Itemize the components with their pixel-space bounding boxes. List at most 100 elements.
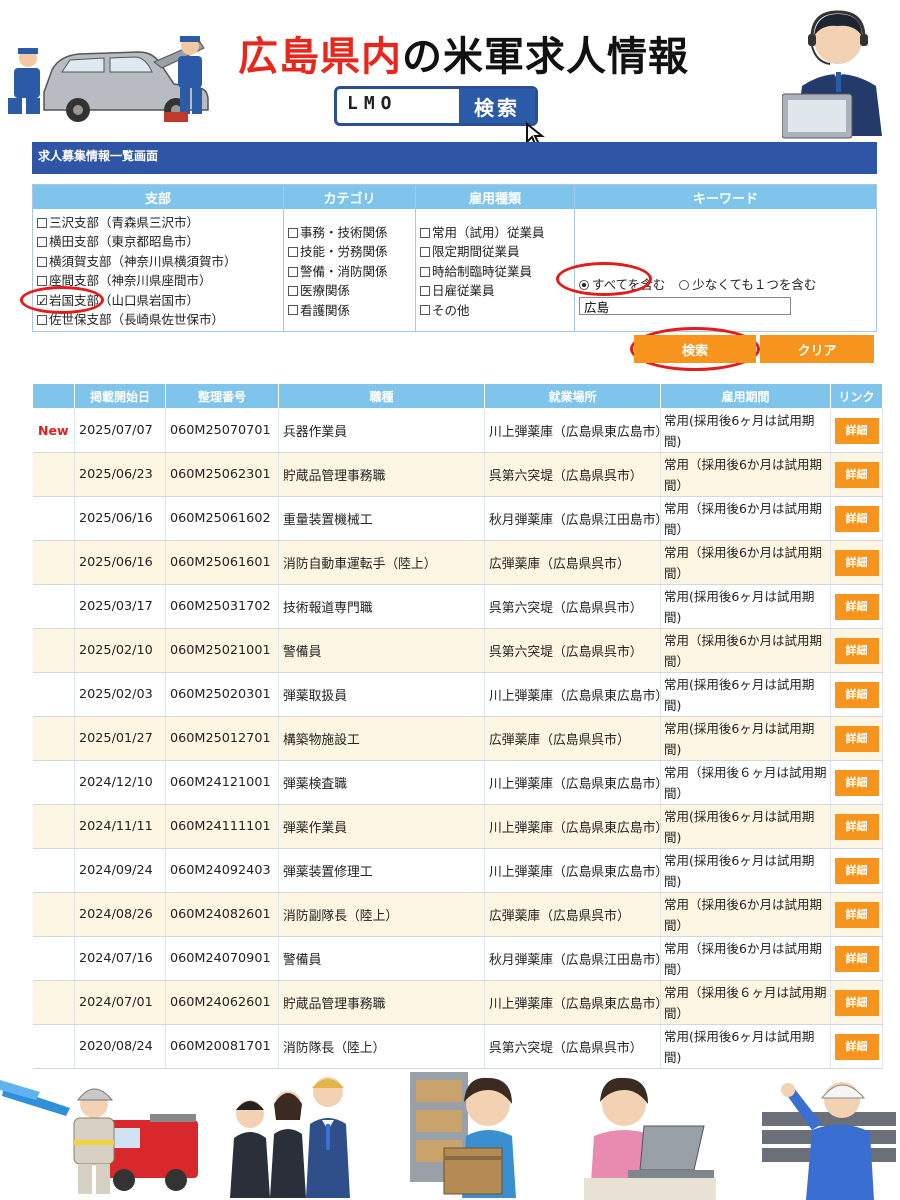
period-cell: 常用（採用後6か月は試用期間） xyxy=(660,540,831,585)
table-row: 2024/09/24 060M24092403 弾薬装置修理工 川上弾薬庫（広島県東広… xyxy=(32,848,883,893)
table-row: 2025/03/17 060M25031702 技術報道専門職 呉第六突堤（広島県呉市… xyxy=(32,584,883,629)
workplace-cell: 川上弾薬庫（広島県東広島市） xyxy=(484,672,661,717)
checkbox[interactable] xyxy=(288,305,298,316)
start-date-cell: 2024/09/24 xyxy=(74,848,166,893)
detail-button[interactable]: 詳細 xyxy=(834,505,879,532)
link-cell: 詳細 xyxy=(830,892,883,937)
detail-button[interactable]: 詳細 xyxy=(834,945,879,972)
employment-option[interactable]: 限定期間従業員 xyxy=(420,242,570,261)
job-type-cell: 弾薬作業員 xyxy=(278,804,485,849)
detail-button[interactable]: 詳細 xyxy=(834,461,879,488)
highlight-keyword-oval xyxy=(556,262,652,296)
page-title: 広島県内の米軍求人情報 xyxy=(238,24,689,82)
new-badge xyxy=(32,760,75,805)
detail-button[interactable]: 詳細 xyxy=(834,813,879,840)
employment-option[interactable]: 日雇従業員 xyxy=(420,281,570,300)
category-option-label: 技能・労務関係 xyxy=(300,244,388,260)
new-badge xyxy=(32,496,75,541)
job-type-cell: 弾薬取扱員 xyxy=(278,672,485,717)
category-option[interactable]: 看護関係 xyxy=(288,301,411,320)
link-cell: 詳細 xyxy=(830,496,883,541)
link-cell: 詳細 xyxy=(830,760,883,805)
table-header-row: 掲載開始日 整理番号 職種 就業場所 雇用期間 リンク xyxy=(32,383,883,409)
checkbox[interactable] xyxy=(37,217,47,228)
job-type-cell: 消防副隊長（陸上） xyxy=(278,892,485,937)
detail-button[interactable]: 詳細 xyxy=(834,681,879,708)
branch-option[interactable]: 横田支部（東京都昭島市） xyxy=(37,232,279,251)
link-cell: 詳細 xyxy=(830,848,883,893)
new-badge: New xyxy=(32,408,75,453)
category-option[interactable]: 医療関係 xyxy=(288,281,411,300)
start-date-cell: 2025/06/16 xyxy=(74,540,166,585)
category-option[interactable]: 技能・労務関係 xyxy=(288,242,411,261)
detail-button[interactable]: 詳細 xyxy=(834,417,879,444)
detail-button[interactable]: 詳細 xyxy=(834,1033,879,1060)
period-cell: 常用(採用後6ヶ月は試用期間) xyxy=(660,408,831,453)
new-badge xyxy=(32,980,75,1025)
employment-option[interactable]: 時給制臨時従業員 xyxy=(420,262,570,281)
period-cell: 常用(採用後6ヶ月は試用期間) xyxy=(660,672,831,717)
lmo-search-button[interactable]: 検索 xyxy=(459,89,535,123)
employment-option-label: 限定期間従業員 xyxy=(432,244,520,260)
highlight-branch-oval xyxy=(20,286,104,314)
business-people-illustration xyxy=(230,1077,350,1198)
checkbox[interactable] xyxy=(37,237,47,248)
warehouse-worker-illustration xyxy=(410,1072,516,1198)
col-ref-number: 整理番号 xyxy=(165,383,279,409)
checkbox[interactable] xyxy=(420,285,430,296)
firefighter-illustration xyxy=(0,1080,198,1194)
workplace-cell: 川上弾薬庫（広島県東広島市） xyxy=(484,980,661,1025)
employment-option-label: 日雇従業員 xyxy=(432,283,495,299)
checkbox[interactable] xyxy=(420,227,430,238)
checkbox[interactable] xyxy=(420,266,430,277)
checkbox[interactable] xyxy=(288,285,298,296)
checkbox[interactable] xyxy=(37,314,47,325)
start-date-cell: 2025/03/17 xyxy=(74,584,166,629)
checkbox[interactable] xyxy=(37,256,47,267)
lmo-search-box[interactable]: LMO 検索 xyxy=(334,86,538,126)
employment-option-label: その他 xyxy=(432,302,470,318)
detail-button[interactable]: 詳細 xyxy=(834,593,879,620)
checkbox[interactable] xyxy=(420,247,430,258)
title-prefecture: 広島県内 xyxy=(238,34,402,80)
checkbox[interactable] xyxy=(420,305,430,316)
link-cell: 詳細 xyxy=(830,1024,883,1069)
period-cell: 常用(採用後6ヶ月は試用期間) xyxy=(660,804,831,849)
detail-button[interactable]: 詳細 xyxy=(834,549,879,576)
employment-option[interactable]: その他 xyxy=(420,301,570,320)
search-button[interactable]: 検索 xyxy=(634,335,756,363)
detail-button[interactable]: 詳細 xyxy=(834,989,879,1016)
branch-option[interactable]: 三沢支部（青森県三沢市） xyxy=(37,213,279,232)
new-badge xyxy=(32,628,75,673)
category-option[interactable]: 警備・消防関係 xyxy=(288,262,411,281)
detail-button[interactable]: 詳細 xyxy=(834,637,879,664)
ref-number-cell: 060M25061602 xyxy=(165,496,279,541)
workplace-cell: 呉第六突堤（広島県呉市） xyxy=(484,628,661,673)
employment-option[interactable]: 常用（試用）従業員 xyxy=(420,223,570,242)
detail-button[interactable]: 詳細 xyxy=(834,725,879,752)
period-cell: 常用（採用後6か月は試用期間） xyxy=(660,936,831,981)
checkbox[interactable] xyxy=(288,227,298,238)
ref-number-cell: 060M20081701 xyxy=(165,1024,279,1069)
workplace-cell: 広弾薬庫（広島県呉市） xyxy=(484,892,661,937)
checkbox[interactable] xyxy=(288,266,298,277)
detail-button[interactable]: 詳細 xyxy=(834,901,879,928)
clear-button[interactable]: クリア xyxy=(760,335,874,363)
job-type-cell: 警備員 xyxy=(278,628,485,673)
detail-button[interactable]: 詳細 xyxy=(834,857,879,884)
table-row: 2024/11/11 060M24111101 弾薬作業員 川上弾薬庫（広島県東広島市… xyxy=(32,804,883,849)
detail-button[interactable]: 詳細 xyxy=(834,769,879,796)
office-worker-laptop-illustration xyxy=(584,1077,716,1200)
checkbox[interactable] xyxy=(288,247,298,258)
ref-number-cell: 060M24092403 xyxy=(165,848,279,893)
table-row: 2025/01/27 060M25012701 構築物施設工 広弾薬庫（広島県呉市）常… xyxy=(32,716,883,761)
ref-number-cell: 060M25012701 xyxy=(165,716,279,761)
col-new xyxy=(32,383,75,409)
branch-option[interactable]: 横須賀支部（神奈川県横須賀市） xyxy=(37,252,279,271)
checkbox[interactable] xyxy=(37,275,47,286)
start-date-cell: 2024/07/16 xyxy=(74,936,166,981)
category-option[interactable]: 事務・技術関係 xyxy=(288,223,411,242)
ref-number-cell: 060M25062301 xyxy=(165,452,279,497)
keyword-input[interactable] xyxy=(579,297,791,315)
radio-any[interactable] xyxy=(679,279,690,290)
